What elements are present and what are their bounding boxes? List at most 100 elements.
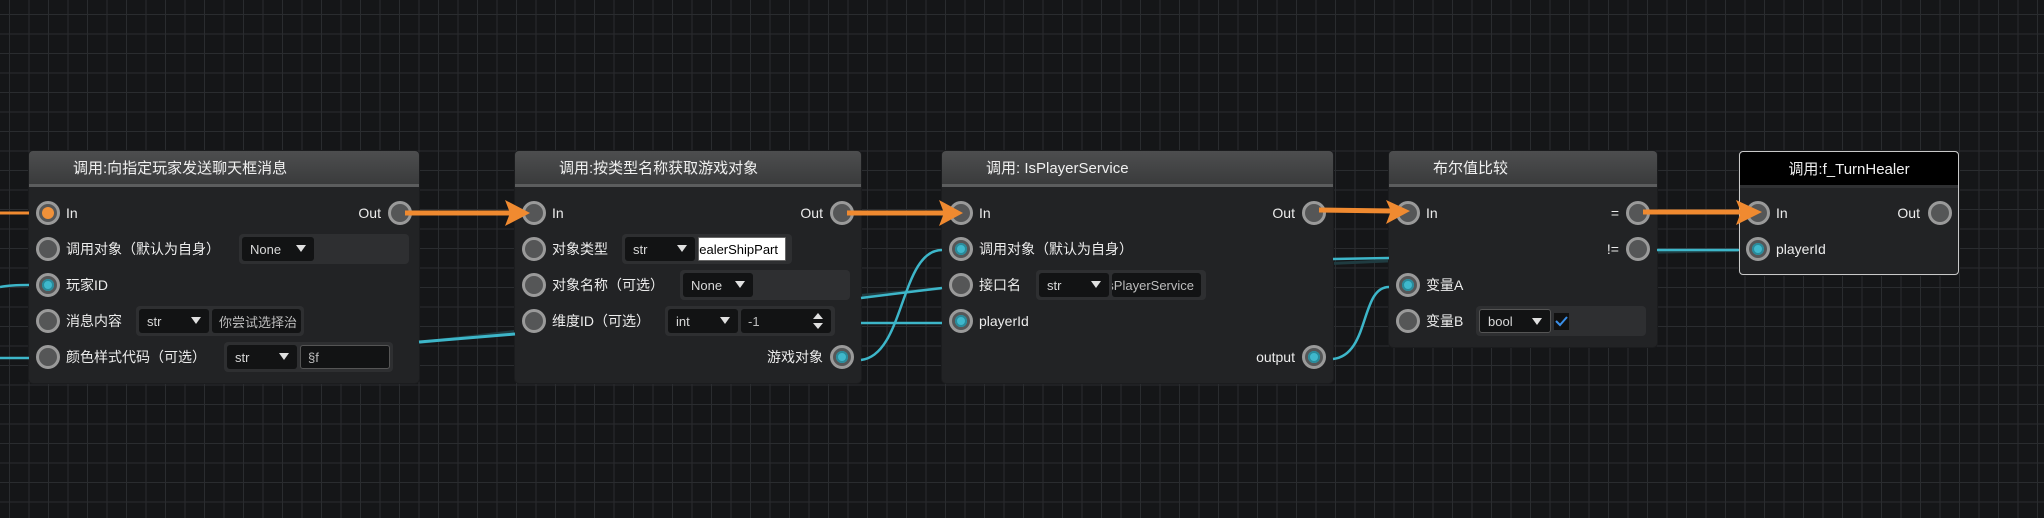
input-pin[interactable] [36, 309, 60, 333]
in-label: In [1426, 205, 1438, 221]
object-type-input[interactable]: HealerShipPart [698, 237, 786, 261]
message-widget: str 你尝试选择治 [136, 306, 304, 336]
var-b-checkbox[interactable] [1554, 312, 1569, 330]
exec-in-pin[interactable] [1746, 201, 1770, 225]
output-row: output [942, 339, 1333, 375]
node-title[interactable]: 布尔值比较 [1389, 151, 1657, 187]
exec-out-equal-pin[interactable] [1626, 201, 1650, 225]
param-label: playerId [979, 313, 1029, 329]
combo-value: int [676, 313, 690, 329]
param-row-var-a: 变量A [1389, 267, 1657, 303]
spin-arrows-icon[interactable] [813, 312, 823, 330]
var-b-widget: bool [1476, 306, 1646, 336]
node-bool-compare[interactable]: 布尔值比较 In = != 变量A 变量B bool [1389, 151, 1657, 347]
out-label: Out [358, 205, 381, 221]
param-row-caller: 调用对象（默认为自身） [942, 231, 1333, 267]
input-pin[interactable] [949, 237, 973, 261]
param-label: 消息内容 [66, 313, 122, 329]
combo-value: str [147, 313, 162, 329]
node-get-object-by-type[interactable]: 调用:按类型名称获取游戏对象 In Out 对象类型 str HealerShi… [515, 151, 861, 383]
input-pin[interactable] [36, 273, 60, 297]
exec-in-pin[interactable] [949, 201, 973, 225]
param-label: 对象名称（可选） [552, 277, 664, 293]
input-pin[interactable] [1746, 237, 1770, 261]
param-label: 变量A [1426, 277, 1464, 293]
input-pin[interactable] [949, 309, 973, 333]
combo-value: str [235, 349, 250, 365]
input-pin[interactable] [522, 237, 546, 261]
input-pin[interactable] [949, 273, 973, 297]
node-send-chat-message[interactable]: 调用:向指定玩家发送聊天框消息 In Out 调用对象（默认为自身） None … [29, 151, 419, 383]
out-label: Out [1897, 205, 1920, 221]
data-wire-gap-interface [860, 286, 943, 300]
input-pin[interactable] [36, 237, 60, 261]
neq-label: != [1606, 241, 1619, 257]
data-wire-gap-3-4 [1332, 256, 1390, 261]
data-wire-object-to-caller [860, 248, 943, 362]
node-graph-canvas[interactable]: 调用:向指定玩家发送聊天框消息 In Out 调用对象（默认为自身） None … [0, 0, 2044, 518]
output-row: 游戏对象 [515, 339, 861, 375]
name-combo[interactable]: None [683, 273, 753, 297]
in-label: In [66, 205, 78, 221]
type-combo[interactable]: str [227, 345, 297, 369]
caller-combo[interactable]: None [242, 237, 314, 261]
exec-in-pin[interactable] [1396, 201, 1420, 225]
input-pin[interactable] [1396, 309, 1420, 333]
exec-out-pin[interactable] [830, 201, 854, 225]
param-label: 调用对象（默认为自身） [979, 241, 1133, 257]
input-pin[interactable] [522, 309, 546, 333]
type-combo[interactable]: str [1039, 273, 1109, 297]
eq-label: = [1610, 205, 1619, 221]
param-label: 对象类型 [552, 241, 608, 257]
output-pin[interactable] [830, 345, 854, 369]
exec-in-pin[interactable] [522, 201, 546, 225]
type-combo[interactable]: int [668, 309, 738, 333]
param-row-object-name: 对象名称（可选） None [515, 267, 861, 303]
node-title[interactable]: 调用:向指定玩家发送聊天框消息 [29, 151, 419, 187]
param-row-caller: 调用对象（默认为自身） None [29, 231, 419, 267]
interface-name-input[interactable]: IsPlayerService [1112, 273, 1201, 297]
exec-in-pin[interactable] [36, 201, 60, 225]
param-label: playerId [1776, 241, 1826, 257]
param-label: 调用对象（默认为自身） [66, 241, 220, 257]
exec-out-pin[interactable] [1928, 201, 1952, 225]
output-pin[interactable] [1302, 345, 1326, 369]
out-label: Out [800, 205, 823, 221]
chevron-down-icon [191, 317, 201, 324]
node-title[interactable]: 调用: IsPlayerService [942, 151, 1333, 187]
data-wire-gap-1-2 [418, 332, 516, 344]
color-code-input[interactable]: §f [300, 345, 390, 369]
param-label: 维度ID（可选） [552, 313, 650, 329]
output-label: 游戏对象 [767, 349, 823, 365]
chevron-down-icon [279, 353, 289, 360]
exec-out-not-equal-pin[interactable] [1626, 237, 1650, 261]
combo-value: str [633, 241, 648, 257]
message-input[interactable]: 你尝试选择治 [212, 309, 301, 333]
input-pin[interactable] [522, 273, 546, 297]
in-label: In [1776, 205, 1788, 221]
input-pin[interactable] [36, 345, 60, 369]
param-row-dimension-id: 维度ID（可选） int -1 [515, 303, 861, 339]
type-combo[interactable]: str [625, 237, 695, 261]
combo-value: str [1047, 277, 1062, 293]
object-name-widget: None [680, 270, 850, 300]
exec-out-pin[interactable] [1302, 201, 1326, 225]
node-title[interactable]: 调用:按类型名称获取游戏对象 [515, 151, 861, 187]
exec-out-pin[interactable] [388, 201, 412, 225]
node-title[interactable]: 调用:f_TurnHealer [1740, 152, 1958, 188]
output-label: output [1256, 349, 1295, 365]
input-pin[interactable] [1396, 273, 1420, 297]
param-row-player-id: playerId [942, 303, 1333, 339]
param-row-message: 消息内容 str 你尝试选择治 [29, 303, 419, 339]
combo-value: bool [1488, 313, 1513, 329]
node-turn-healer[interactable]: 调用:f_TurnHealer In Out playerId [1739, 151, 1959, 275]
chevron-down-icon [677, 245, 687, 252]
type-combo[interactable]: bool [1479, 309, 1551, 333]
type-combo[interactable]: str [139, 309, 209, 333]
data-wire-output-to-var-a [1332, 285, 1390, 361]
dimension-id-spinbox[interactable]: -1 [741, 309, 831, 333]
node-is-player-service[interactable]: 调用: IsPlayerService In Out 调用对象（默认为自身） 接… [942, 151, 1333, 383]
object-type-widget: str HealerShipPart [622, 234, 792, 264]
param-label: 接口名 [979, 277, 1021, 293]
param-label: 变量B [1426, 313, 1464, 329]
